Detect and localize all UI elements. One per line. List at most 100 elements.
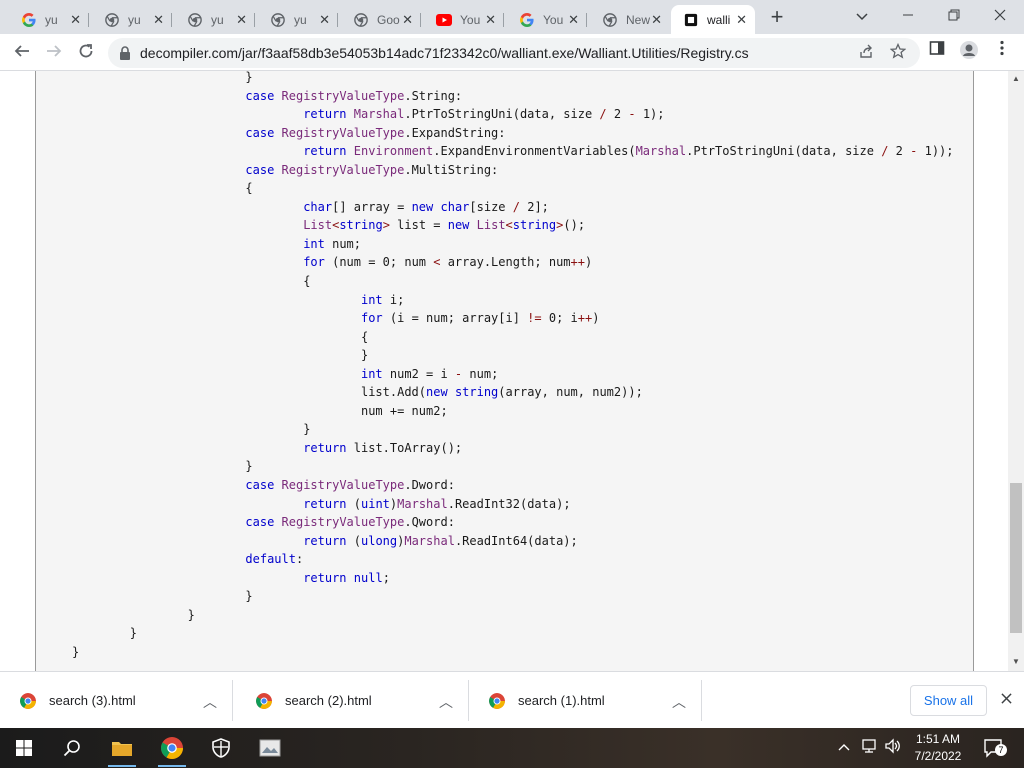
download-item[interactable]: search (1).html ︿	[469, 672, 702, 729]
file-explorer-button[interactable]	[106, 732, 138, 767]
code-line: case RegistryValueType.MultiString:	[245, 162, 499, 177]
close-window-button[interactable]	[980, 4, 1020, 28]
chrome-icon	[187, 12, 203, 28]
code-line: }	[72, 644, 80, 659]
search-icon	[63, 740, 80, 757]
search-button[interactable]	[56, 732, 88, 764]
code-line: case RegistryValueType.String:	[245, 88, 463, 103]
tab-title: You	[543, 12, 564, 27]
download-shelf: search (3).html ︿ search (2).html ︿ sear…	[0, 671, 1024, 728]
back-button[interactable]	[9, 40, 35, 66]
tab-6[interactable]: You ✕	[424, 5, 504, 34]
minimize-icon	[903, 14, 913, 16]
code-line: default:	[245, 552, 304, 567]
show-all-button[interactable]: Show all	[910, 685, 987, 716]
clock-time: 1:51 AM	[915, 732, 961, 746]
tab-title: yu	[294, 12, 307, 27]
chevron-up-icon[interactable]: ︿	[439, 692, 453, 712]
scroll-up-icon[interactable]: ▲	[1012, 74, 1020, 83]
download-item[interactable]: search (3).html ︿	[0, 672, 233, 729]
chrome-icon	[489, 692, 505, 709]
code-line: list.Add(new string(array, num, num2));	[72, 385, 643, 400]
tab-3[interactable]: yu ✕	[175, 5, 255, 34]
bookmark-star-icon[interactable]	[888, 42, 908, 63]
code-line: return null;	[303, 570, 390, 585]
chrome-taskbar-button[interactable]	[156, 732, 188, 767]
start-button[interactable]	[8, 732, 40, 764]
vertical-scrollbar[interactable]: ▲ ▼	[1008, 71, 1024, 671]
profile-avatar-icon	[960, 41, 978, 59]
code-line: return Environment.ExpandEnvironmentVari…	[303, 144, 954, 159]
tab-title: walli	[707, 12, 731, 27]
browser-toolbar: decompiler.com/jar/f3aaf58db3e54053b14ad…	[0, 34, 1024, 71]
tab-title: New	[626, 12, 651, 27]
tab-title: yu	[211, 12, 224, 27]
kebab-menu-icon	[1000, 40, 1004, 56]
tab-7[interactable]: You ✕	[507, 5, 587, 34]
share-icon[interactable]	[856, 43, 876, 63]
tab-4[interactable]: yu ✕	[258, 5, 338, 34]
photos-app-button[interactable]	[254, 732, 286, 764]
chrome-icon	[602, 12, 618, 28]
new-tab-button[interactable]: +	[766, 6, 788, 29]
network-icon[interactable]	[861, 738, 879, 757]
chrome-icon	[20, 692, 36, 709]
tab-close-icon[interactable]: ✕	[236, 12, 247, 28]
decompiler-icon	[683, 12, 699, 28]
code-line: return Marshal.PtrToStringUni(data, size…	[303, 107, 665, 122]
lock-icon[interactable]	[118, 45, 132, 61]
code-line: int i;	[360, 292, 405, 307]
code-line: return (ulong)Marshal.ReadInt64(data);	[303, 533, 578, 548]
url-text[interactable]: decompiler.com/jar/f3aaf58db3e54053b14ad…	[140, 45, 749, 61]
chrome-icon	[270, 12, 286, 28]
tab-9[interactable]: walli ✕	[671, 5, 755, 34]
code-line: return list.ToArray();	[303, 440, 463, 455]
chevron-up-icon[interactable]: ︿	[672, 692, 686, 712]
youtube-icon	[436, 12, 452, 28]
notification-center-button[interactable]: 7	[983, 738, 1007, 758]
code-line: for (i = num; array[i] != 0; i++)	[360, 311, 600, 326]
address-bar[interactable]: decompiler.com/jar/f3aaf58db3e54053b14ad…	[108, 38, 920, 68]
side-panel-button[interactable]	[925, 40, 949, 64]
tab-title: yu	[45, 12, 58, 27]
chevron-up-icon[interactable]: ︿	[203, 692, 217, 712]
code-line: int num;	[303, 236, 361, 251]
tab-8[interactable]: New ✕	[590, 5, 670, 34]
code-line: return (uint)Marshal.ReadInt32(data);	[303, 496, 571, 511]
tab-close-icon[interactable]: ✕	[319, 12, 330, 28]
tab-close-icon[interactable]: ✕	[153, 12, 164, 28]
reload-button[interactable]	[73, 40, 99, 66]
chrome-icon	[353, 12, 369, 28]
code-line: {	[72, 274, 311, 289]
google-icon	[519, 12, 535, 28]
tab-close-icon[interactable]: ✕	[70, 12, 81, 28]
tab-1[interactable]: yu ✕	[9, 5, 89, 34]
chevron-up-icon	[838, 744, 850, 751]
tab-5[interactable]: Goo ✕	[341, 5, 421, 34]
scrollbar-thumb[interactable]	[1010, 483, 1022, 633]
menu-button[interactable]	[990, 40, 1014, 64]
folder-icon	[112, 742, 132, 756]
tab-search-button[interactable]	[842, 4, 882, 28]
download-filename: search (1).html	[518, 693, 605, 708]
tab-close-icon[interactable]: ✕	[402, 12, 413, 28]
close-shelf-button[interactable]	[996, 690, 1016, 710]
forward-button[interactable]	[41, 40, 67, 66]
minimize-button[interactable]	[888, 4, 928, 28]
profile-button[interactable]	[957, 40, 981, 64]
tab-close-icon[interactable]: ✕	[651, 12, 662, 28]
code-line: }	[72, 589, 253, 604]
tab-close-icon[interactable]: ✕	[736, 12, 747, 28]
download-item[interactable]: search (2).html ︿	[236, 672, 469, 729]
tab-2[interactable]: yu ✕	[92, 5, 172, 34]
volume-icon[interactable]	[884, 738, 902, 757]
show-hidden-icons-button[interactable]	[838, 738, 850, 754]
security-app-button[interactable]	[205, 732, 237, 764]
forward-arrow-icon	[47, 45, 62, 57]
tab-close-icon[interactable]: ✕	[485, 12, 496, 28]
system-clock[interactable]: 1:51 AM 7/2/2022	[903, 731, 973, 765]
chrome-icon	[256, 692, 272, 709]
restore-button[interactable]	[934, 4, 974, 28]
scroll-down-icon[interactable]: ▼	[1012, 657, 1020, 666]
tab-close-icon[interactable]: ✕	[568, 12, 579, 28]
